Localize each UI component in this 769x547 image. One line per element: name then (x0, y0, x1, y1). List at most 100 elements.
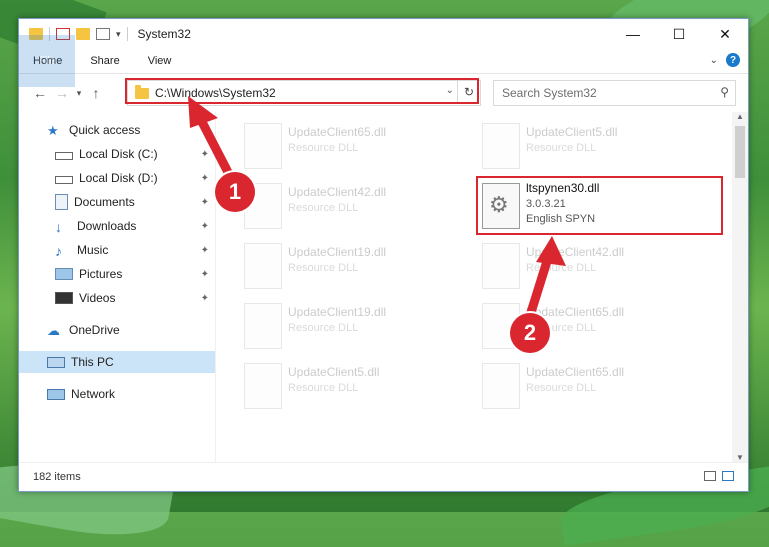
ribbon-right: ⌄ ? (710, 53, 740, 67)
sidebar-item-network[interactable]: Network (19, 383, 215, 405)
minimize-button[interactable]: — (610, 19, 656, 49)
sidebar-item-label: Local Disk (D:) (79, 171, 158, 185)
file-type: Resource DLL (526, 262, 597, 274)
file-item[interactable]: UpdateClient42.dll Resource DLL (478, 239, 703, 291)
sidebar-item-this-pc[interactable]: This PC (19, 351, 215, 373)
chevron-down-icon[interactable]: ▾ (116, 29, 121, 40)
explorer-window: ▾ System32 — ☐ ✕ File Home Share View ⌄ … (18, 18, 749, 492)
pin-icon[interactable]: ✦ (201, 269, 209, 280)
dll-file-icon (482, 123, 520, 169)
sidebar-item-label: Quick access (69, 123, 141, 137)
recent-locations-icon[interactable]: ▾ (73, 88, 85, 99)
pin-icon[interactable]: ✦ (201, 293, 209, 304)
divider (126, 27, 128, 41)
sidebar-item-label: Music (77, 243, 109, 257)
file-type: Resource DLL (526, 382, 597, 394)
file-name: UpdateClient5.dll (526, 125, 618, 139)
pictures-icon (55, 268, 73, 280)
sidebar-item-pictures[interactable]: Pictures ✦ (19, 263, 215, 285)
sidebar-item-downloads[interactable]: ↓ Downloads ✦ (19, 215, 215, 237)
file-type: Resource DLL (288, 382, 359, 394)
tab-share[interactable]: Share (76, 49, 133, 73)
search-box[interactable]: Search System32 ⚲ (493, 80, 736, 106)
file-type: Resource DLL (288, 202, 359, 214)
large-icons-view-icon[interactable] (722, 471, 734, 481)
sidebar-item-label: Local Disk (C:) (79, 147, 158, 161)
back-icon[interactable]: ← (29, 85, 51, 101)
pin-icon[interactable]: ✦ (201, 197, 209, 208)
sidebar-item-documents[interactable]: Documents ✦ (19, 191, 215, 213)
pin-icon[interactable]: ✦ (201, 149, 209, 160)
sidebar-item-label: OneDrive (69, 323, 120, 337)
sidebar-item-quick-access[interactable]: ★ Quick access (19, 119, 215, 141)
help-icon[interactable]: ? (726, 53, 740, 67)
view-toggle (704, 471, 734, 481)
file-type: Resource DLL (288, 322, 359, 334)
window-title: System32 (137, 27, 191, 41)
dll-file-icon (482, 363, 520, 409)
file-item[interactable]: UpdateClient5.dll Resource DLL (240, 359, 465, 411)
scroll-up-icon[interactable]: ▲ (736, 112, 744, 121)
dll-file-icon (482, 243, 520, 289)
address-highlight-box (125, 78, 479, 104)
file-name: UpdateClient65.dll (288, 125, 387, 139)
file-name: UpdateClient42.dll (288, 185, 387, 199)
star-icon: ★ (47, 123, 59, 138)
details-view-icon[interactable] (704, 471, 716, 481)
close-button[interactable]: ✕ (702, 19, 748, 49)
file-type: Resource DLL (288, 262, 359, 274)
tab-view[interactable]: View (134, 49, 186, 73)
new-folder-icon[interactable] (76, 28, 90, 40)
scroll-down-icon[interactable]: ▼ (736, 453, 744, 462)
scrollbar-thumb[interactable] (735, 126, 745, 178)
dll-file-icon (244, 123, 282, 169)
status-bar: 182 items (19, 462, 748, 491)
file-item[interactable]: UpdateClient5.dll Resource DLL (478, 119, 703, 171)
network-icon (47, 388, 65, 400)
step-1-badge: 1 (215, 172, 255, 212)
download-icon: ↓ (55, 219, 62, 235)
cloud-icon: ☁ (47, 323, 60, 338)
sidebar-item-label: Downloads (77, 219, 137, 233)
ribbon: File Home Share View ⌄ ? (19, 35, 748, 87)
sidebar-item-label: Pictures (79, 267, 123, 281)
search-input[interactable]: Search System32 (502, 86, 597, 100)
sidebar-item-label: Documents (74, 195, 135, 209)
up-icon[interactable]: ↑ (85, 85, 107, 101)
sidebar-item-videos[interactable]: Videos ✦ (19, 287, 215, 309)
file-item[interactable]: UpdateClient65.dll Resource DLL (240, 119, 465, 171)
drive-icon (55, 152, 73, 160)
vertical-scrollbar[interactable]: ▲ ▼ (732, 112, 748, 462)
documents-icon (55, 194, 68, 210)
item-count: 182 items (33, 471, 81, 483)
file-type: Resource DLL (526, 142, 597, 154)
computer-icon (47, 356, 65, 368)
file-item[interactable]: UpdateClient19.dll Resource DLL (240, 299, 465, 351)
sidebar-item-onedrive[interactable]: ☁ OneDrive (19, 319, 215, 341)
view-icon[interactable] (96, 28, 110, 40)
dll-file-icon (244, 363, 282, 409)
file-name: UpdateClient5.dll (288, 365, 380, 379)
expand-ribbon-icon[interactable]: ⌄ (710, 55, 718, 66)
dll-file-icon (244, 243, 282, 289)
file-name: UpdateClient19.dll (288, 245, 387, 259)
pin-icon[interactable]: ✦ (201, 173, 209, 184)
file-item[interactable]: UpdateClient65.dll Resource DLL (478, 359, 703, 411)
file-item[interactable]: UpdateClient19.dll Resource DLL (240, 239, 465, 291)
sidebar-item-local-disk-c[interactable]: Local Disk (C:) ✦ (19, 143, 215, 165)
forward-icon[interactable]: → (51, 85, 73, 101)
file-item[interactable]: UpdateClient42.dll Resource DLL (240, 179, 465, 231)
sidebar-item-label: This PC (71, 355, 114, 369)
pin-icon[interactable]: ✦ (201, 221, 209, 232)
navigation-pane: ★ Quick access Local Disk (C:) ✦ Local D… (19, 112, 215, 462)
sidebar-item-local-disk-d[interactable]: Local Disk (D:) ✦ (19, 167, 215, 189)
search-icon[interactable]: ⚲ (720, 85, 729, 99)
sidebar-item-label: Videos (79, 291, 116, 305)
drive-icon (55, 176, 73, 184)
sidebar-item-music[interactable]: ♪ Music ✦ (19, 239, 215, 261)
pin-icon[interactable]: ✦ (201, 245, 209, 256)
file-name: UpdateClient19.dll (288, 305, 387, 319)
maximize-button[interactable]: ☐ (656, 19, 702, 49)
file-list: UpdateClient65.dll Resource DLL UpdateCli… (216, 112, 732, 462)
file-name: UpdateClient42.dll (526, 245, 625, 259)
